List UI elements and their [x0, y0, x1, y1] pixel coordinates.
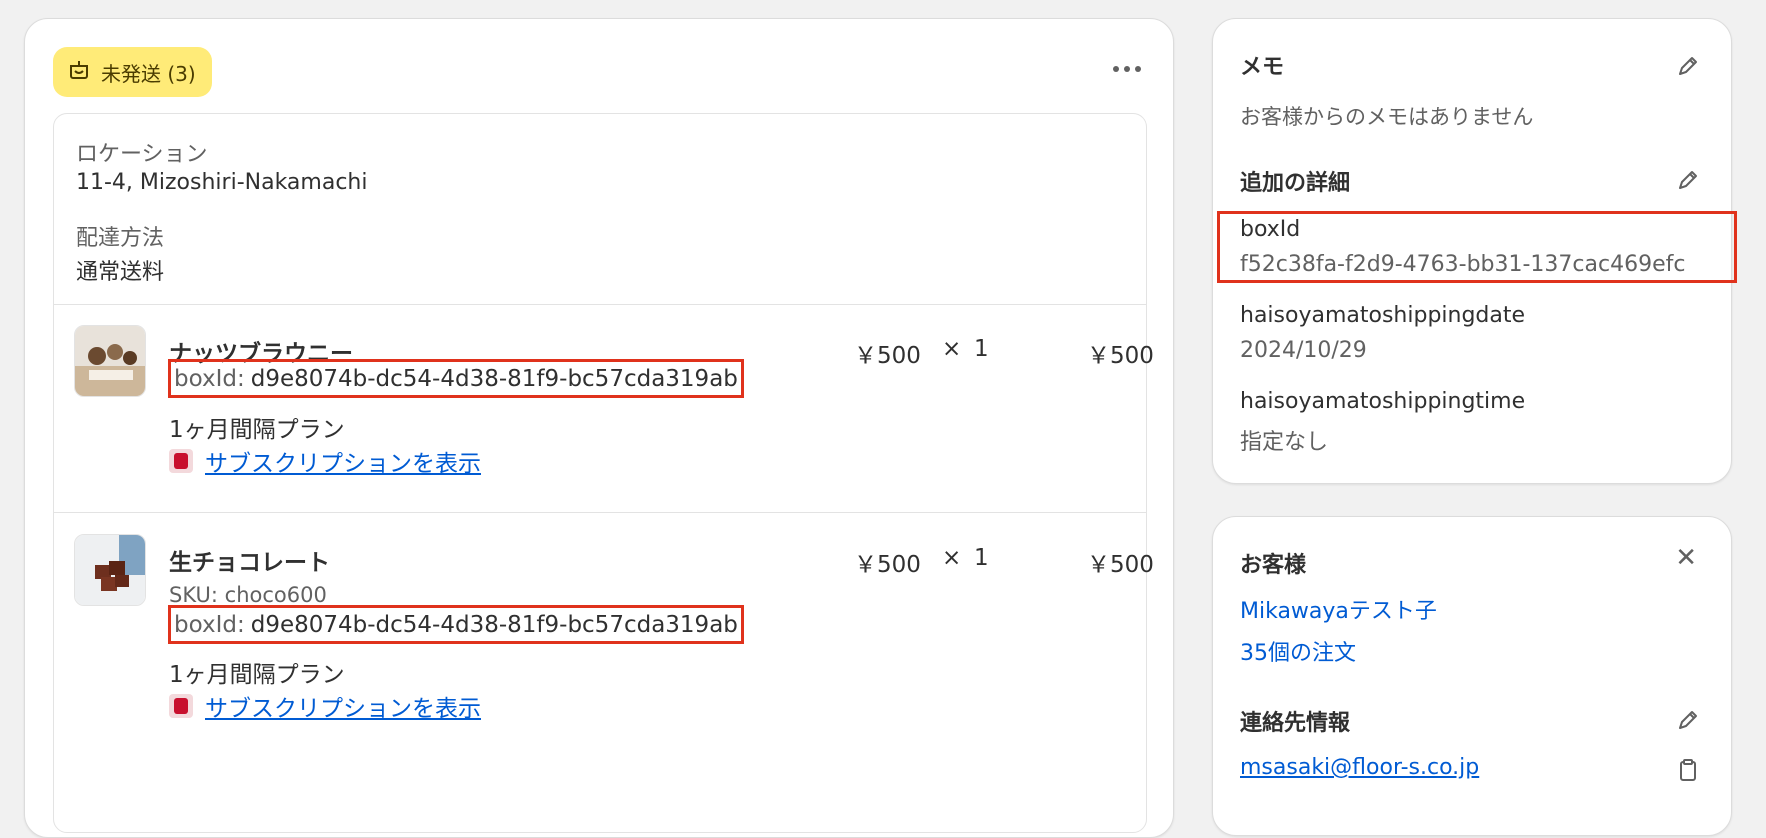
box-id-value: d9e8074b-dc54-4d38-81f9-bc57cda319ab [250, 611, 738, 638]
box-id-value: d9e8074b-dc54-4d38-81f9-bc57cda319ab [250, 365, 738, 392]
location-label: ロケーション [76, 142, 208, 167]
line-total: ￥500 [1087, 343, 1154, 369]
box-id-key: boxId: [174, 365, 245, 392]
divider [54, 512, 1146, 513]
quantity: 1 [974, 545, 989, 571]
box-id-property: boxId: d9e8074b-dc54-4d38-81f9-bc57cda31… [168, 359, 744, 398]
location-value: 11-4, Mizoshiri-Nakamachi [76, 170, 368, 195]
view-subscription-label[interactable]: サブスクリプションを表示 [205, 444, 481, 478]
delivery-label: 配達方法 [76, 226, 165, 251]
subscription-app-icon [169, 694, 193, 718]
detail-key: haisoyamatoshippingtime [1240, 389, 1526, 414]
detail-value: f52c38fa-f2d9-4763-bb31-137cac469efc [1240, 252, 1686, 277]
memo-empty-text: お客様からのメモはありません [1240, 105, 1534, 129]
details-title: 追加の詳細 [1240, 171, 1351, 196]
email-link[interactable]: msasaki@floor-s.co.jp [1240, 755, 1479, 780]
unit-price: ￥500 [854, 552, 921, 578]
product-name[interactable]: 生チョコレート [169, 543, 330, 577]
customer-card: お客様 ✕ Mikawayaテスト子 35個の注文 連絡先情報 msasaki@… [1212, 516, 1732, 836]
subscription-app-icon [169, 449, 193, 473]
edit-icon[interactable] [1675, 167, 1701, 193]
subscription-plan: 1ヶ月間隔プラン [169, 417, 345, 443]
close-icon[interactable]: ✕ [1675, 543, 1697, 573]
unit-price: ￥500 [854, 343, 921, 369]
customer-title: お客様 [1240, 553, 1307, 578]
more-icon[interactable] [1111, 59, 1143, 79]
detail-value: 2024/10/29 [1240, 338, 1367, 363]
copy-icon[interactable] [1675, 757, 1701, 783]
unfulfilled-badge: 未発送 (3) [53, 47, 212, 97]
memo-title: メモ [1240, 55, 1285, 80]
delivery-value: 通常送料 [76, 260, 165, 285]
badge-label: 未発送 (3) [101, 61, 196, 86]
product-thumbnail[interactable] [74, 325, 146, 397]
view-subscription-label[interactable]: サブスクリプションを表示 [205, 689, 481, 723]
detail-key: boxId [1240, 217, 1301, 242]
line-total: ￥500 [1087, 552, 1154, 578]
quantity: 1 [974, 336, 989, 362]
box-id-key: boxId: [174, 611, 245, 638]
memo-card: メモ お客様からのメモはありません 追加の詳細 boxId f52c38fa-f… [1212, 18, 1737, 484]
fulfillment-inner: ロケーション 11-4, Mizoshiri-Nakamachi 配達方法 通常… [53, 113, 1154, 833]
times-sign: × [942, 545, 962, 571]
times-sign: × [942, 336, 962, 362]
view-subscription-link[interactable]: サブスクリプションを表示 [169, 689, 481, 723]
box-id-property: boxId: d9e8074b-dc54-4d38-81f9-bc57cda31… [168, 605, 744, 644]
divider [54, 304, 1146, 305]
detail-key: haisoyamatoshippingdate [1240, 303, 1526, 328]
subscription-plan: 1ヶ月間隔プラン [169, 662, 345, 688]
detail-value: 指定なし [1240, 430, 1329, 455]
contact-title: 連絡先情報 [1240, 711, 1351, 736]
product-thumbnail[interactable] [74, 534, 146, 606]
product-sku: SKU: choco600 [169, 583, 327, 607]
fulfillment-box-icon [67, 58, 91, 87]
view-subscription-link[interactable]: サブスクリプションを表示 [169, 444, 481, 478]
edit-icon[interactable] [1675, 707, 1701, 733]
order-count-link[interactable]: 35個の注文 [1240, 635, 1356, 667]
customer-name-link[interactable]: Mikawayaテスト子 [1240, 593, 1437, 625]
edit-icon[interactable] [1675, 53, 1701, 79]
fulfillment-card: 未発送 (3) ロケーション 11-4, Mizoshiri-Nakamachi… [24, 18, 1174, 838]
